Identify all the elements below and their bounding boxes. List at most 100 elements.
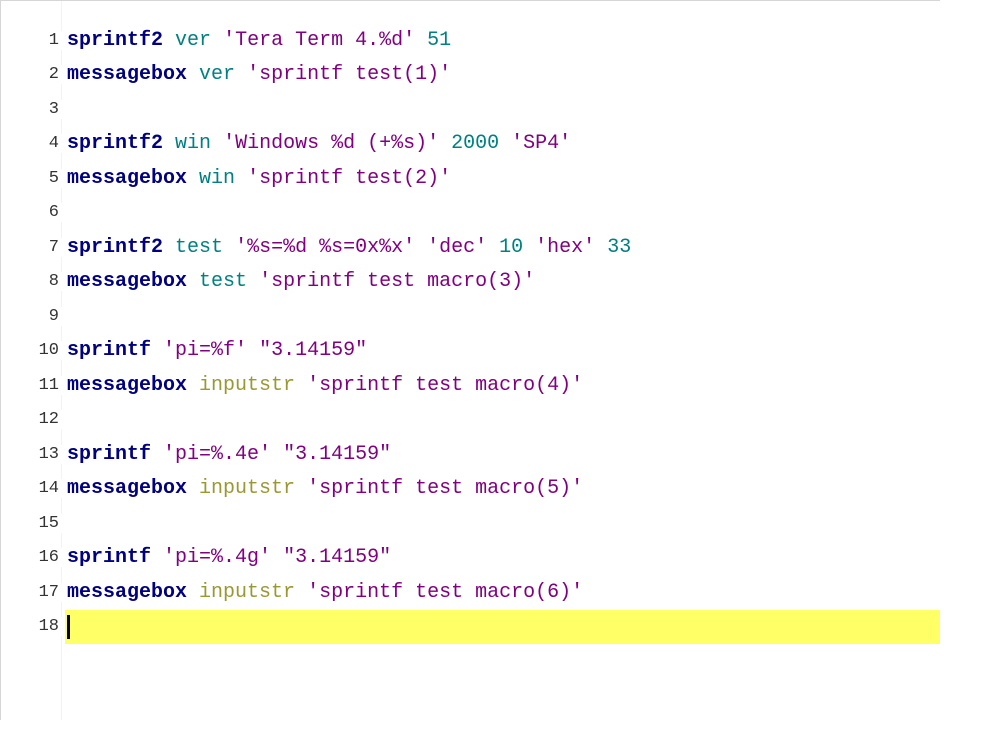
code-line[interactable]: 2 messagebox ver 'sprintf test(1)' xyxy=(1,58,940,93)
keyword-token: sprintf2 xyxy=(67,132,164,156)
current-code-line[interactable]: 18 xyxy=(1,609,940,644)
line-number: 2 xyxy=(1,65,65,85)
line-code[interactable]: messagebox ver 'sprintf test(1)' xyxy=(65,63,451,86)
line-number: 13 xyxy=(1,444,65,464)
keyword-token: sprintf2 xyxy=(67,235,164,259)
text-caret xyxy=(67,614,70,639)
number-token: 10 xyxy=(499,235,524,259)
keyword-token: messagebox xyxy=(67,477,188,501)
string-token: '%s=%d %s=0x%x' xyxy=(235,235,416,259)
line-number: 16 xyxy=(1,548,65,568)
code-line[interactable]: 15 xyxy=(1,506,940,541)
string-token: 'sprintf test(2)' xyxy=(247,166,452,190)
code-line[interactable]: 10 sprintf 'pi=%f' "3.14159" xyxy=(1,334,940,369)
line-code[interactable]: messagebox test 'sprintf test macro(3)' xyxy=(65,270,535,293)
line-code[interactable]: sprintf 'pi=%.4g' "3.14159" xyxy=(65,546,391,569)
line-number: 17 xyxy=(1,582,65,602)
line-number: 6 xyxy=(1,203,65,223)
string-token: 'pi=%f' xyxy=(163,339,248,363)
code-line[interactable]: 3 xyxy=(1,92,940,127)
code-line[interactable]: 9 xyxy=(1,299,940,334)
string-token: "3.14159" xyxy=(283,442,392,466)
keyword-token: messagebox xyxy=(67,580,188,604)
line-number: 3 xyxy=(1,99,65,119)
line-number: 5 xyxy=(1,168,65,188)
string-token: "3.14159" xyxy=(283,546,392,570)
string-token: 'pi=%.4g' xyxy=(163,546,272,570)
system-variable-token: inputstr xyxy=(199,580,296,604)
line-code[interactable]: sprintf 'pi=%.4e' "3.14159" xyxy=(65,443,391,466)
code-line[interactable]: 7 sprintf2 test '%s=%d %s=0x%x' 'dec' 10 … xyxy=(1,230,940,265)
code-line[interactable]: 8 messagebox test 'sprintf test macro(3)' xyxy=(1,265,940,300)
code-line[interactable]: 11 messagebox inputstr 'sprintf test macr… xyxy=(1,368,940,403)
variable-token: win xyxy=(199,166,236,190)
variable-token: ver xyxy=(175,28,212,52)
system-variable-token: inputstr xyxy=(199,373,296,397)
line-code[interactable] xyxy=(65,614,70,639)
string-token: 'sprintf test macro(5)' xyxy=(307,477,584,501)
code-line[interactable]: 1 sprintf2 ver 'Tera Term 4.%d' 51 xyxy=(1,23,940,58)
code-lines[interactable]: 1 sprintf2 ver 'Tera Term 4.%d' 51 2 messag… xyxy=(1,23,940,644)
keyword-token: sprintf xyxy=(67,442,152,466)
code-line[interactable]: 4 sprintf2 win 'Windows %d (+%s)' 2000 'S… xyxy=(1,127,940,162)
string-token: 'Tera Term 4.%d' xyxy=(223,28,416,52)
keyword-token: messagebox xyxy=(67,270,188,294)
line-code[interactable]: sprintf 'pi=%f' "3.14159" xyxy=(65,339,367,362)
line-code[interactable]: sprintf2 test '%s=%d %s=0x%x' 'dec' 10 '… xyxy=(65,236,631,259)
string-token: 'SP4' xyxy=(511,132,572,156)
keyword-token: sprintf xyxy=(67,339,152,363)
keyword-token: sprintf xyxy=(67,546,152,570)
line-number: 12 xyxy=(1,410,65,430)
code-line[interactable]: 17 messagebox inputstr 'sprintf test macr… xyxy=(1,575,940,610)
line-code[interactable]: sprintf2 win 'Windows %d (+%s)' 2000 'SP… xyxy=(65,132,571,155)
line-number: 8 xyxy=(1,272,65,292)
line-number: 10 xyxy=(1,341,65,361)
variable-token: test xyxy=(199,270,248,294)
code-line[interactable]: 6 xyxy=(1,196,940,231)
line-code[interactable]: sprintf2 ver 'Tera Term 4.%d' 51 xyxy=(65,29,451,52)
variable-token: test xyxy=(175,235,224,259)
code-line[interactable]: 14 messagebox inputstr 'sprintf test macr… xyxy=(1,472,940,507)
code-line[interactable]: 13 sprintf 'pi=%.4e' "3.14159" xyxy=(1,437,940,472)
code-line[interactable]: 5 messagebox win 'sprintf test(2)' xyxy=(1,161,940,196)
code-editor[interactable]: 1 sprintf2 ver 'Tera Term 4.%d' 51 2 messag… xyxy=(0,0,940,720)
number-token: 2000 xyxy=(451,132,500,156)
line-code[interactable]: messagebox inputstr 'sprintf test macro(… xyxy=(65,581,583,604)
string-token: 'sprintf test(1)' xyxy=(247,63,452,87)
string-token: 'Windows %d (+%s)' xyxy=(223,132,440,156)
string-token: 'sprintf test macro(4)' xyxy=(307,373,584,397)
code-line[interactable]: 12 xyxy=(1,403,940,438)
string-token: 'dec' xyxy=(427,235,488,259)
line-number: 9 xyxy=(1,306,65,326)
line-code[interactable]: messagebox inputstr 'sprintf test macro(… xyxy=(65,374,583,397)
line-code[interactable]: messagebox inputstr 'sprintf test macro(… xyxy=(65,477,583,500)
line-number: 1 xyxy=(1,30,65,50)
line-code[interactable]: messagebox win 'sprintf test(2)' xyxy=(65,167,451,190)
string-token: 'hex' xyxy=(535,235,596,259)
keyword-token: sprintf2 xyxy=(67,28,164,52)
code-line[interactable]: 16 sprintf 'pi=%.4g' "3.14159" xyxy=(1,541,940,576)
